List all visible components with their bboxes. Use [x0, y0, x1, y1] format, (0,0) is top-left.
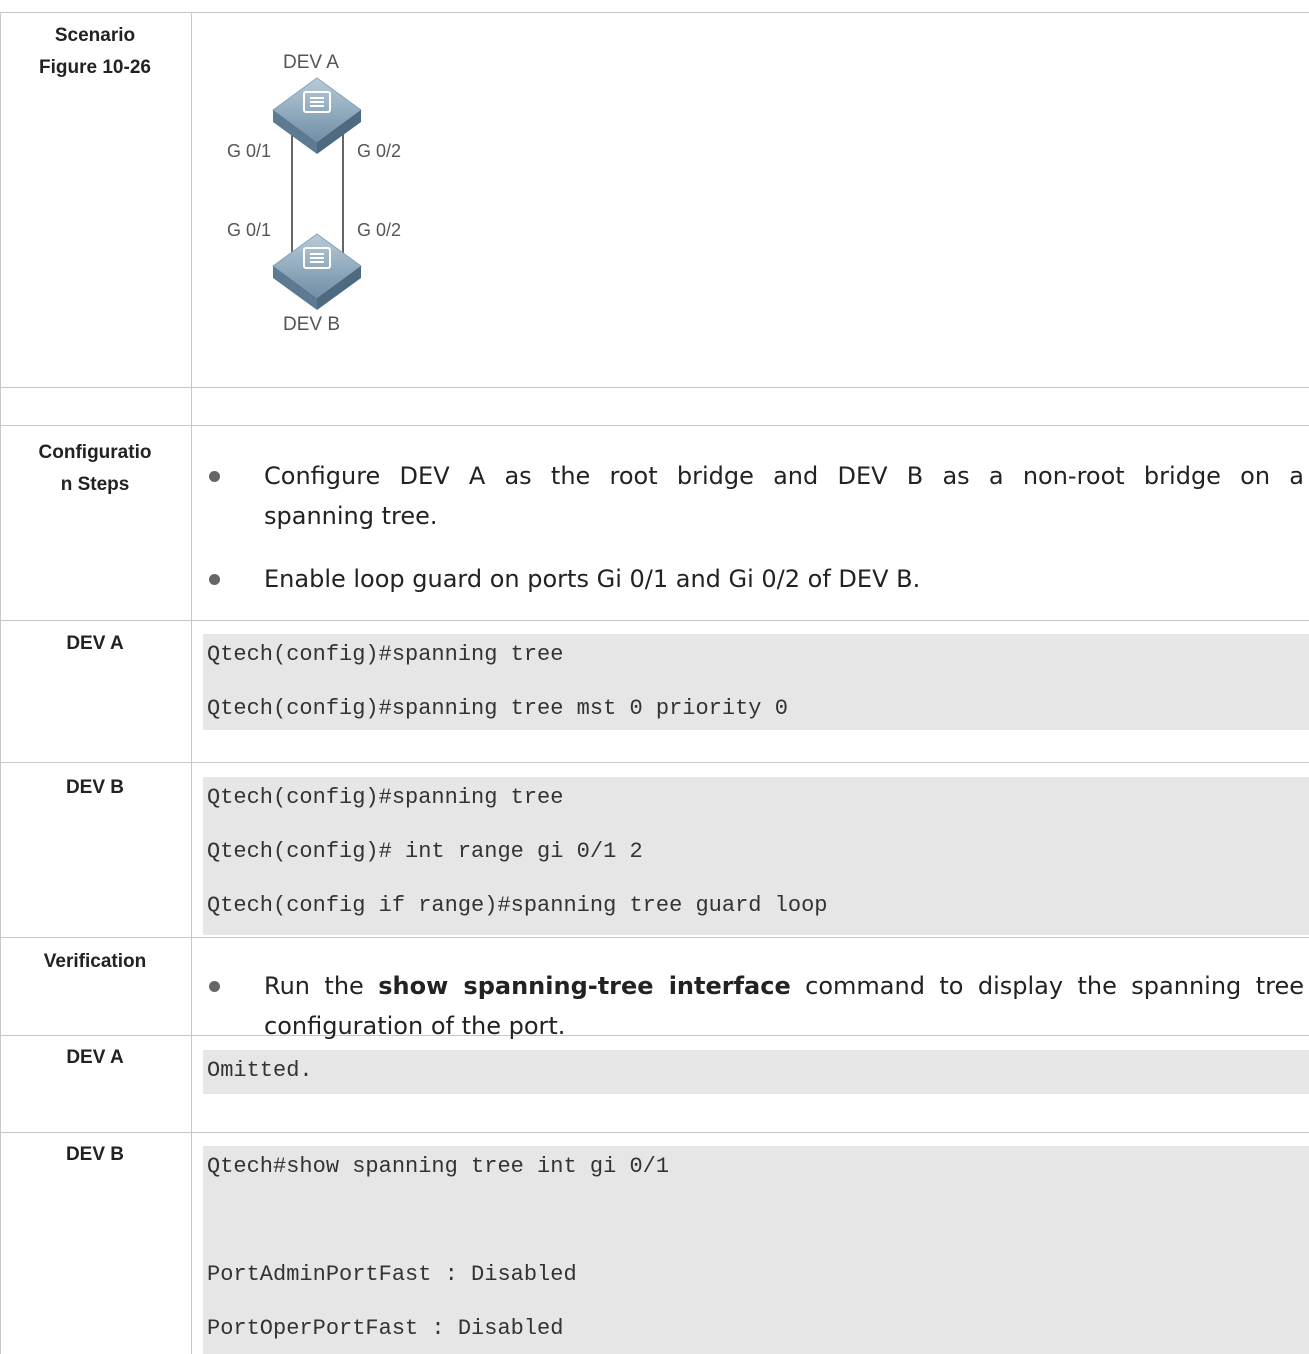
verification-prefix: Run the	[264, 972, 364, 1000]
row-divider	[0, 1132, 1309, 1133]
bullet-icon	[209, 574, 220, 585]
row-divider	[0, 620, 1309, 621]
dev-b-config-code: Qtech(config)#spanning tree Qtech(config…	[203, 777, 1309, 935]
row-divider	[0, 937, 1309, 938]
row-divider	[0, 387, 1309, 388]
verification-command: show spanning-tree interface	[378, 972, 791, 1000]
code-line: Qtech(config)#spanning tree	[207, 642, 564, 667]
port-label: G 0/2	[357, 220, 402, 240]
dev-a-verify-code: Omitted.	[203, 1050, 1309, 1094]
code-line: PortAdminPortFast : Disabled	[207, 1262, 577, 1287]
code-line: Qtech(config)#spanning tree	[207, 785, 564, 810]
config-steps-label-line2: n Steps	[60, 474, 130, 495]
code-line: Qtech(config if range)#spanning tree gua…	[207, 893, 828, 918]
dev-a-config-label: DEV A	[66, 633, 124, 654]
verification-label: Verification	[43, 951, 147, 972]
bullet-text: Enable loop guard on ports Gi 0/1 and Gi…	[264, 565, 921, 593]
config-steps-label: Configuratio n Steps	[10, 437, 180, 501]
verification-suffix: command to display the spanning tree	[805, 972, 1304, 1000]
bullet-text: spanning tree.	[264, 502, 438, 530]
topology-diagram	[272, 77, 362, 310]
switch-icon	[272, 77, 362, 154]
scenario-label: Scenario Figure 10-26	[10, 20, 180, 84]
dev-a-label: DEV A	[283, 52, 339, 73]
column-divider	[191, 12, 192, 1354]
bullet-text: Configure DEV A as the root bridge and D…	[264, 462, 1304, 490]
code-line: Qtech(config)#spanning tree mst 0 priori…	[207, 696, 788, 721]
table-top-border	[0, 12, 1309, 13]
dev-b-verify-code: Qtech#show spanning tree int gi 0/1 Port…	[203, 1146, 1309, 1354]
dev-b-label: DEV B	[283, 314, 341, 335]
config-steps-label-line1: Configuratio	[38, 442, 152, 463]
bullet-icon	[209, 981, 220, 992]
port-label: G 0/1	[227, 141, 272, 161]
code-line: Qtech#show spanning tree int gi 0/1	[207, 1154, 670, 1179]
code-line: Omitted.	[207, 1058, 313, 1083]
bullet-text: configuration of the port.	[264, 1012, 566, 1040]
dev-a-verify-label: DEV A	[66, 1047, 124, 1068]
dev-a-config-code: Qtech(config)#spanning tree Qtech(config…	[203, 634, 1309, 730]
port-label: G 0/2	[357, 141, 402, 161]
code-line: Qtech(config)# int range gi 0/1 2	[207, 839, 643, 864]
row-divider	[0, 425, 1309, 426]
code-line: PortOperPortFast : Disabled	[207, 1316, 564, 1341]
topology-figure: DEV A G 0/1 G 0/2 G 0/1 G 0/2 DEV B	[205, 38, 445, 348]
table-left-border	[0, 12, 1, 1354]
scenario-label-line2: Figure 10-26	[39, 57, 151, 78]
dev-b-verify-label: DEV B	[65, 1144, 125, 1165]
bullet-text: Run the show spanning-tree interface com…	[264, 966, 1304, 1006]
row-divider	[0, 762, 1309, 763]
port-label: G 0/1	[227, 220, 272, 240]
scenario-label-line1: Scenario	[54, 25, 136, 46]
bullet-icon	[209, 471, 220, 482]
switch-icon	[272, 233, 362, 310]
dev-b-config-label: DEV B	[65, 777, 125, 798]
